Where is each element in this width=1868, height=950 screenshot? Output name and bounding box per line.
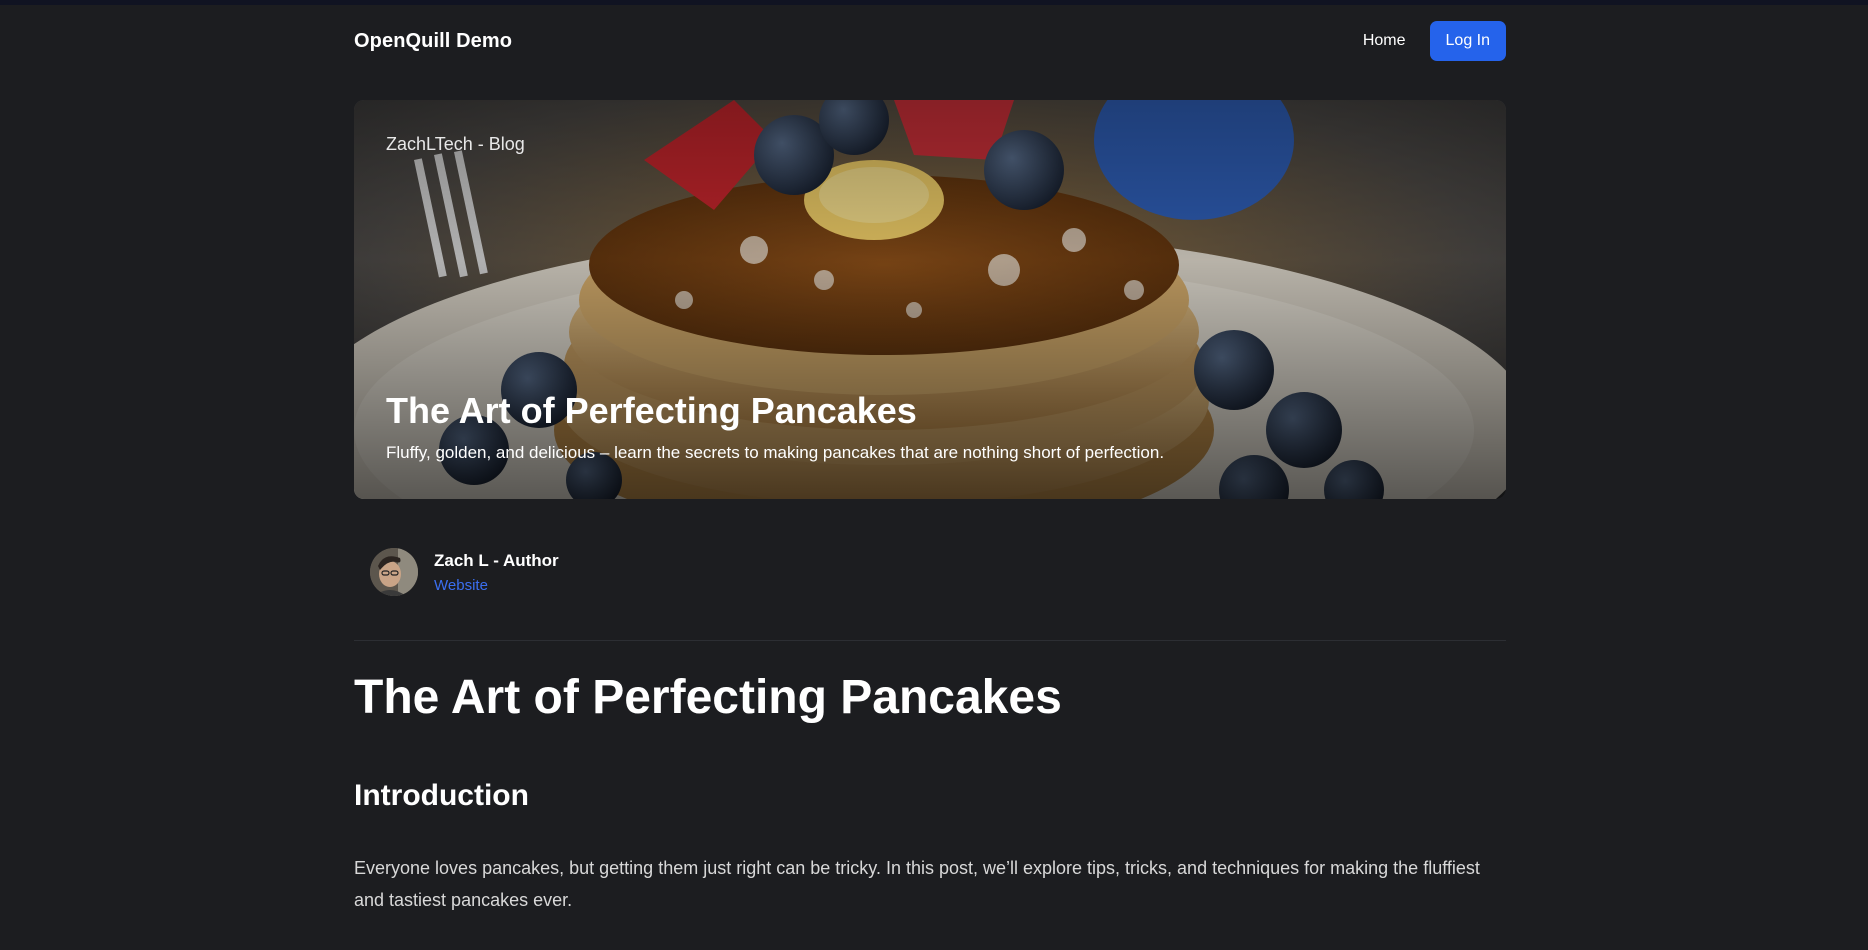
top-accent-bar bbox=[0, 0, 1868, 5]
hero-blog-tag: ZachLTech - Blog bbox=[386, 134, 525, 154]
author-website-link[interactable]: Website bbox=[434, 577, 559, 594]
section-heading-introduction: Introduction bbox=[354, 779, 529, 812]
section-divider bbox=[354, 640, 1506, 641]
hero-title: The Art of Perfecting Pancakes bbox=[386, 390, 917, 431]
author-avatar bbox=[370, 548, 418, 596]
hero-subtitle: Fluffy, golden, and delicious – learn th… bbox=[386, 443, 1165, 462]
hero-overlay bbox=[354, 100, 1506, 499]
login-button[interactable]: Log In bbox=[1429, 21, 1506, 61]
nav-home-link[interactable]: Home bbox=[1363, 32, 1406, 50]
article-title: The Art of Perfecting Pancakes bbox=[354, 671, 1062, 724]
author-details: Zach L - Author Website bbox=[434, 551, 559, 594]
author-name: Zach L - Author bbox=[434, 550, 559, 570]
author-info: Zach L - Author Website bbox=[370, 548, 559, 596]
navbar: OpenQuill Demo Home Log In bbox=[354, 20, 1506, 62]
nav-links: Home Log In bbox=[1363, 21, 1506, 61]
hero-banner: ZachLTech - Blog The Art of Perfecting P… bbox=[354, 100, 1506, 499]
article-paragraph: Everyone loves pancakes, but getting the… bbox=[354, 858, 1480, 910]
brand-logo[interactable]: OpenQuill Demo bbox=[354, 30, 512, 53]
avatar-image bbox=[370, 548, 418, 596]
